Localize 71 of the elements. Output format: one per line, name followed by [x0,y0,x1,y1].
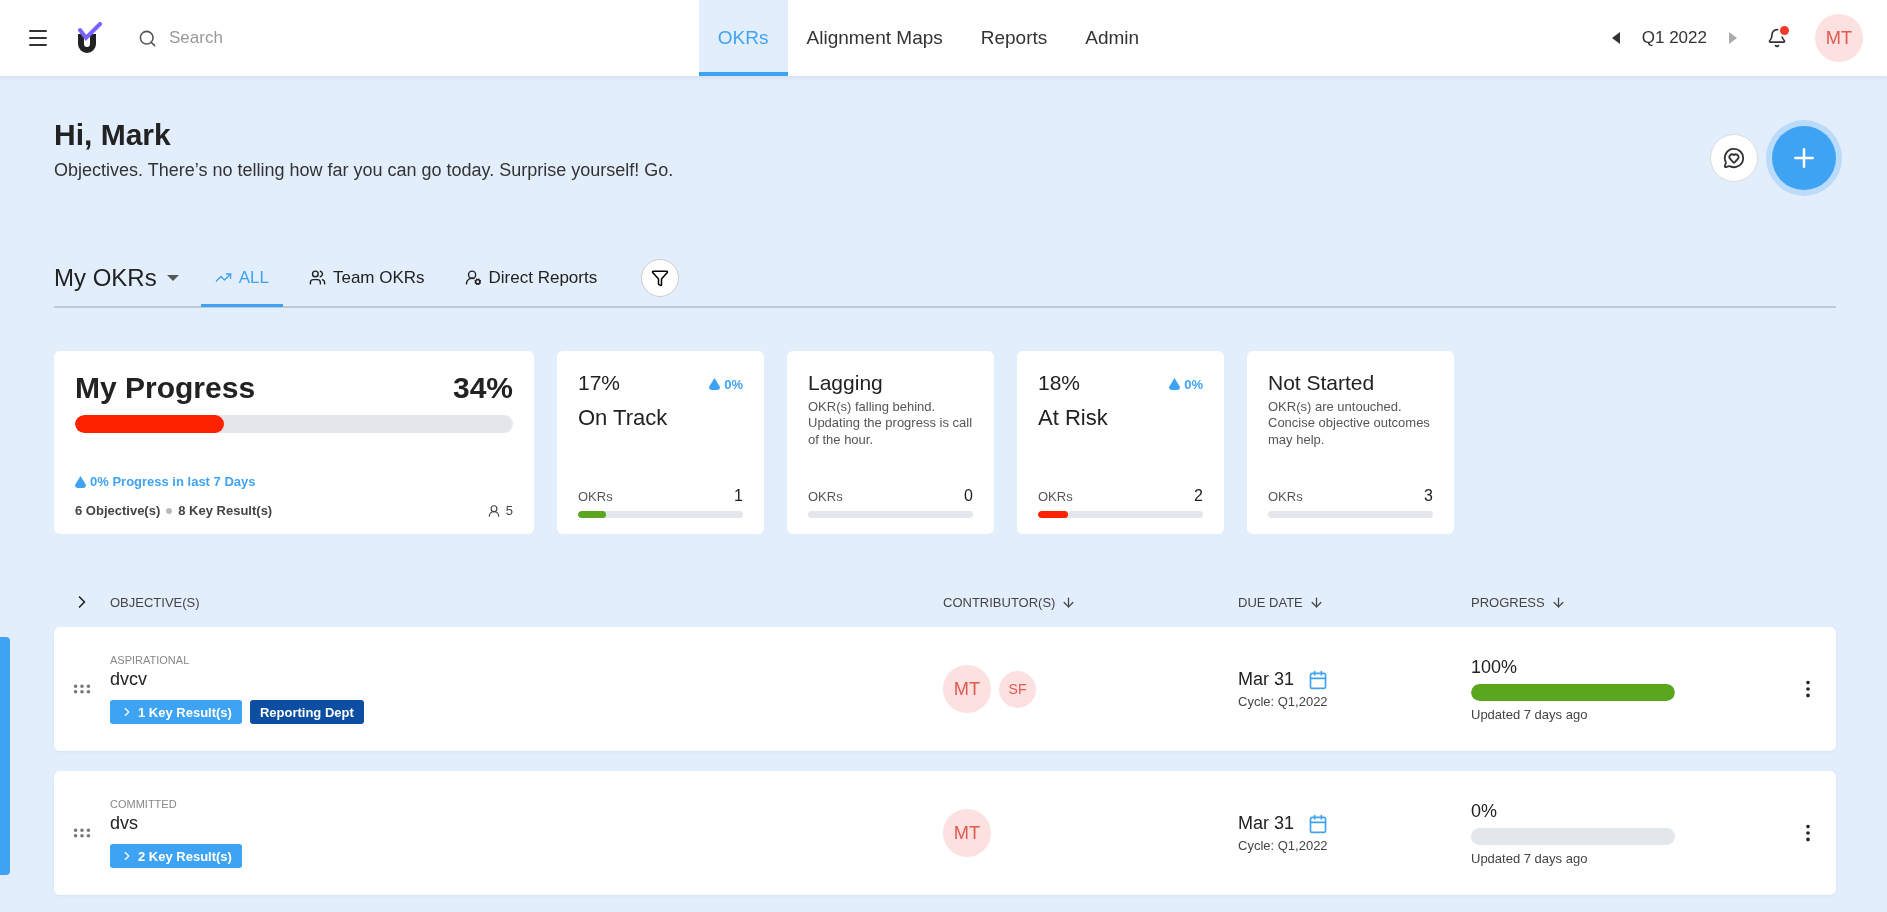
objective-name: dvcv [110,669,147,690]
okrs-count: 2 [1194,487,1203,505]
calendar-icon[interactable] [1308,813,1329,834]
objective-row[interactable]: COMMITTED dvs 2 Key Result(s) MT Mar 31 Cycle: Q1,2022 0% Updated 7 days ago [54,771,1836,895]
person-icon [486,503,501,518]
separator-dot [166,507,173,514]
column-header[interactable]: OBJECTIVE(S) [110,594,943,610]
nav-tab[interactable]: Admin [1066,0,1159,76]
objective-row[interactable]: ASPIRATIONAL dvcv 1 Key Result(s) Reporting Dept MT SF Mar 31 Cycle: Q1,2022 100% Updated 7 days ago [54,627,1836,751]
status-title: Lagging [808,371,884,395]
status-title: At Risk [1038,405,1109,431]
okrs-label: OKRs [808,489,843,504]
previous-caret-icon[interactable] [1611,32,1620,44]
nav-tab[interactable]: Reports [961,0,1067,76]
greeting-subtitle: Objectives. There’s no telling how far you can go today. Surprise yourself! Go. [54,160,674,181]
status-title: Not Started [1268,371,1376,395]
filter-icon [651,269,670,287]
status-percent: 18% [1038,371,1081,395]
okrs-label: OKRs [578,489,613,504]
key-results-count: 8 Key Result(s) [178,503,273,518]
team-icon [308,269,326,286]
view-tab[interactable]: Team OKRs [294,251,439,307]
cycle-label: Cycle: Q1,2022 [1238,838,1329,853]
status-change: 0% [724,376,743,392]
column-header[interactable]: PROGRESS [1471,594,1780,610]
search-icon [138,28,157,48]
greeting-title: Hi, Mark [54,118,172,152]
calendar-icon[interactable] [1308,669,1329,690]
progress-percent: 34% [452,371,513,405]
column-header[interactable]: CONTRIBUTOR(S) [943,594,1238,610]
card-title: My Progress [75,371,256,405]
okrs-label: OKRs [1038,489,1073,504]
okrs-count: 1 [734,487,743,505]
column-header[interactable]: DUE DATE [1238,594,1471,610]
team-tag[interactable]: Reporting Dept [249,700,364,724]
updated-label: Updated 7 days ago [1471,850,1589,866]
progress-value: 0% [1471,800,1498,822]
bell-icon[interactable] [1767,28,1787,48]
updated-label: Updated 7 days ago [1471,706,1589,722]
objective-name: dvs [110,813,138,834]
objectives-count: 6 Objective(s) [75,503,161,518]
filter-button[interactable] [641,259,680,297]
progress-value: 100% [1471,656,1519,678]
members-count: 5 [505,503,513,518]
okrs-label: OKRs [1268,489,1303,504]
due-date: Mar 31 [1238,669,1295,690]
objective-type: ASPIRATIONAL [110,654,190,666]
drop-icon [75,475,86,488]
drop-icon [709,378,721,390]
view-dropdown[interactable]: My OKRs [54,264,179,292]
chat-heart-icon [1723,147,1745,169]
status-change: 0% [1184,376,1203,392]
feedback-button[interactable] [1710,134,1758,182]
status-description: OKR(s) are untouched. Concise objective outcomes may help. [1268,399,1431,448]
person-icon [464,269,482,286]
drop-icon [1169,378,1181,390]
status-percent: 17% [578,371,621,395]
objective-type: COMMITTED [110,798,177,810]
status-description: OKR(s) falling behind. Updating the progress is call of the hour. [808,399,973,448]
nav-tab[interactable]: Alignment Maps [787,0,962,76]
okrs-count: 3 [1424,487,1433,505]
view-tab[interactable]: Direct Reports [450,251,612,307]
due-date: Mar 31 [1238,813,1295,834]
caret-icon [166,275,179,281]
okrs-count: 0 [964,487,973,505]
search-field[interactable]: Search [167,27,367,49]
status-title: On Track [578,405,669,431]
cycle-label: Cycle: Q1,2022 [1238,694,1329,709]
logo-icon[interactable] [76,22,102,54]
progress-change: 0% Progress in last 7 Days [90,474,256,489]
period-label: Q1 2022 [1641,28,1707,48]
